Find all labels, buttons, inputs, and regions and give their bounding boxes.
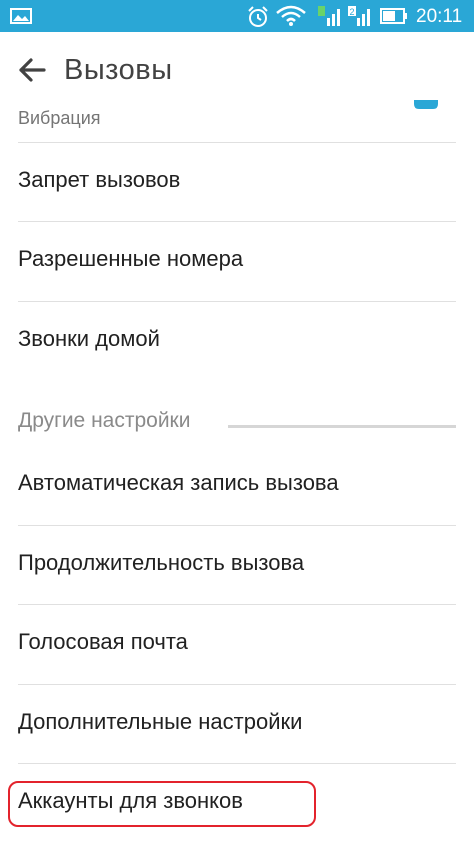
menu-item-label: Аккаунты для звонков [18, 788, 243, 813]
menu-item-call-barring[interactable]: Запрет вызовов [0, 143, 474, 222]
menu-item-additional-settings[interactable]: Дополнительные настройки [0, 685, 474, 764]
vibration-label: Вибрация [18, 108, 101, 128]
menu-item-label: Автоматическая запись вызова [18, 470, 339, 495]
menu-item-home-calls[interactable]: Звонки домой [0, 302, 474, 381]
menu-item-label: Дополнительные настройки [18, 709, 303, 734]
menu-item-label: Продолжительность вызова [18, 550, 305, 575]
menu-item-auto-record[interactable]: Автоматическая запись вызова [0, 446, 474, 525]
vibration-setting[interactable]: Вибрация [0, 100, 474, 140]
arrow-back-icon[interactable] [14, 52, 50, 88]
status-bar: 2 20:11 [0, 0, 474, 32]
status-time: 20:11 [416, 6, 463, 27]
section-divider [228, 425, 456, 428]
toggle-switch-icon[interactable] [414, 100, 438, 110]
sim2-signal-icon: 2 [348, 6, 370, 26]
menu-item-calling-accounts[interactable]: Аккаунты для звонков [0, 764, 474, 843]
svg-text:2: 2 [350, 7, 355, 17]
menu-item-label: Звонки домой [18, 326, 160, 351]
menu-item-fixed-dialing[interactable]: Разрешенные номера [0, 222, 474, 301]
page-title: Вызовы [64, 54, 173, 86]
menu-item-voicemail[interactable]: Голосовая почта [0, 605, 474, 684]
alarm-icon [248, 6, 268, 27]
wifi-icon [276, 5, 306, 26]
battery-icon [380, 8, 407, 24]
menu-item-label: Голосовая почта [18, 629, 188, 654]
section-header-other-settings: Другие настройки [0, 404, 474, 444]
sim1-signal-icon [318, 6, 340, 26]
menu-item-call-duration[interactable]: Продолжительность вызова [0, 526, 474, 605]
menu-item-label: Разрешенные номера [18, 246, 244, 271]
menu-item-label: Запрет вызовов [18, 167, 181, 192]
gallery-icon [10, 8, 32, 24]
section-title: Другие настройки [18, 409, 191, 432]
app-bar: Вызовы [0, 32, 474, 106]
